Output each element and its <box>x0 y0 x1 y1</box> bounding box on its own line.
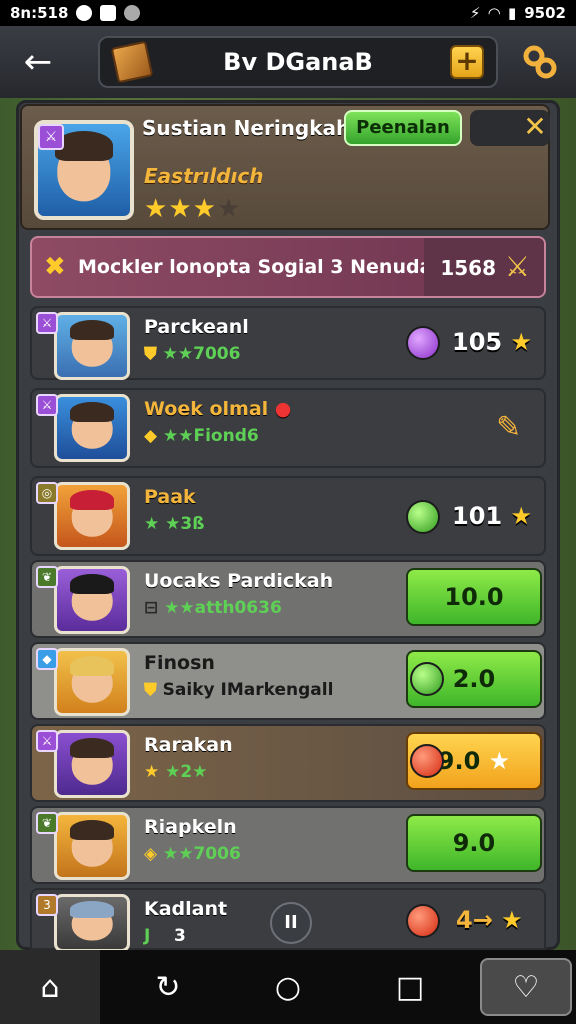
recents-icon[interactable]: □ <box>360 950 460 1024</box>
info-banner[interactable]: ✖ Mockler lonopta Sogial 3 Nenuda 1568 ⚔ <box>30 236 546 298</box>
profile-card: ⚔ Sustian Neringkaht Peenalan ✕ Eastrıld… <box>20 104 550 230</box>
player-stats: ★ ★2★ <box>144 762 208 782</box>
battery-level: 9502 <box>524 4 566 22</box>
refresh-icon[interactable]: ↻ <box>118 950 218 1024</box>
score-button[interactable]: 9.0 ★ <box>406 732 542 790</box>
sword-badge-icon: ⚔ <box>36 394 58 416</box>
green-gem-icon <box>410 662 444 696</box>
avatar <box>54 312 130 380</box>
red-gem-icon <box>406 904 440 938</box>
player-score: 4→ ★ <box>456 906 523 934</box>
profile-name: Sustian Neringkaht <box>142 116 360 140</box>
avatar <box>54 648 130 716</box>
player-name: Riapkeln <box>144 816 237 838</box>
player-stats: ◆ ★★Fiond6 <box>144 426 259 446</box>
purple-gem-icon <box>406 326 440 360</box>
pencil-icon[interactable]: ✎ <box>496 410 521 445</box>
avatar <box>54 894 130 952</box>
avatar[interactable]: ⚔ <box>34 120 134 220</box>
coin-badge-icon: ◎ <box>36 482 58 504</box>
sword-badge-icon: ⚔ <box>36 730 58 752</box>
signal-icon: ▮ <box>507 4 517 22</box>
leaf-badge-icon: ❦ <box>36 812 58 834</box>
player-name: Rarakan <box>144 734 233 756</box>
profile-action-button[interactable]: Peenalan <box>344 110 462 146</box>
score-button[interactable]: 10.0 <box>406 568 542 626</box>
player-score: 105 ★ <box>452 328 532 356</box>
list-item[interactable]: 3 Kadlant J 3 II 4→ ★ <box>30 888 546 952</box>
red-gem-icon <box>410 744 444 778</box>
player-name: Paak <box>144 486 196 508</box>
avatar <box>54 566 130 634</box>
system-nav-bar: ⌂ ↻ ○ □ ♡ <box>0 950 576 1024</box>
bluetooth-icon: ⚡ <box>469 4 481 22</box>
friends-icon[interactable] <box>520 42 560 82</box>
star-icon: ★ <box>168 194 193 224</box>
app-notification-icon <box>100 5 117 21</box>
list-item[interactable]: ⚔ Parckeanl ⛊ ★★7006 105 ★ <box>30 306 546 380</box>
status-bar: 8n:518 ⚡ ◠ ▮ 9502 <box>0 0 576 26</box>
player-name: Woek olmal ● <box>144 398 292 420</box>
banner-text: Mockler lonopta Sogial 3 Nenuda <box>78 256 433 278</box>
list-item[interactable]: ❦ Uocaks Pardickah ⊟ ★★atth0636 10.0 <box>30 560 546 638</box>
close-icon[interactable]: ✕ <box>520 112 550 142</box>
level-badge-icon: 3 <box>36 894 58 916</box>
player-stats: ⛊ Saiky IMarkengall <box>144 680 334 700</box>
list-item[interactable]: ⚔ Rarakan ★ ★2★ 9.0 ★ <box>30 724 546 802</box>
player-stats: ⛊ ★★7006 <box>144 344 241 364</box>
player-name: Parckeanl <box>144 316 249 338</box>
notification-icon <box>76 5 93 21</box>
sword-badge-icon: ⚔ <box>38 124 64 150</box>
star-icon: ★ <box>192 194 217 224</box>
add-button[interactable]: + <box>450 45 484 79</box>
player-name: Uocaks Pardickah <box>144 570 334 592</box>
pause-button[interactable]: II <box>270 902 312 944</box>
player-stats: ⊟ ★★atth0636 <box>144 598 282 618</box>
score-button[interactable]: 2.0 <box>406 650 542 708</box>
back-arrow-icon[interactable]: ← <box>8 32 68 92</box>
avatar <box>54 730 130 798</box>
gem-badge-icon: ◆ <box>36 648 58 670</box>
wifi-icon: ◠ <box>488 4 500 22</box>
list-item[interactable]: ⚔ Woek olmal ● ◆ ★★Fiond6 ✎ <box>30 388 546 468</box>
star-empty-icon: ★ <box>216 194 242 224</box>
list-item[interactable]: ◆ Finosn ⛊ Saiky IMarkengall 2.0 <box>30 642 546 720</box>
leaf-badge-icon: ❦ <box>36 566 58 588</box>
rating-stars: ★★★★ <box>144 194 241 224</box>
status-time: 8n:518 <box>10 4 69 22</box>
avatar <box>54 812 130 880</box>
player-score: 101 ★ <box>452 502 532 530</box>
player-name: Kadlant <box>144 898 228 920</box>
star-icon: ✖ <box>44 252 66 282</box>
star-icon: ★ <box>144 194 169 224</box>
sword-badge-icon: ⚔ <box>36 312 58 334</box>
favorites-button[interactable]: ♡ <box>480 958 572 1016</box>
player-stats: J 3 <box>144 926 186 946</box>
green-gem-icon <box>406 500 440 534</box>
avatar <box>54 394 130 462</box>
avatar <box>54 482 130 550</box>
player-name: Finosn <box>144 652 215 674</box>
title-bar: Bv DGanaB + <box>98 36 498 88</box>
cloud-icon <box>124 5 141 21</box>
page-title: Bv DGanaB <box>223 48 373 76</box>
top-header: ← Bv DGanaB + <box>0 26 576 98</box>
home-icon[interactable]: ⌂ <box>0 950 100 1024</box>
score-button[interactable]: 9.0 <box>406 814 542 872</box>
player-stats: ★ ★3ß <box>144 514 205 534</box>
list-item[interactable]: ◎ Paak ★ ★3ß 101 ★ <box>30 476 546 556</box>
player-stats: ◈ ★★7006 <box>144 844 241 864</box>
banner-count: 1568 <box>440 256 496 280</box>
list-item[interactable]: ❦ Riapkeln ◈ ★★7006 9.0 <box>30 806 546 884</box>
profile-subtitle: Eastrıldıch <box>144 164 264 188</box>
heart-icon: ♡ <box>512 969 540 1005</box>
circle-home-icon[interactable]: ○ <box>238 950 338 1024</box>
sword-icon: ⚔ <box>504 250 530 283</box>
